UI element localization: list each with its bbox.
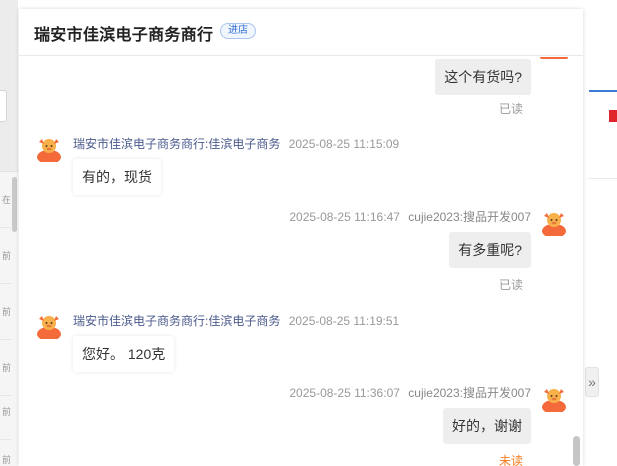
message-bubble-self[interactable]: 有多重呢? <box>449 232 531 268</box>
read-status: 已读 <box>498 102 523 116</box>
message-bubble-self[interactable]: 这个有货吗? <box>435 59 531 95</box>
background-scrollbar[interactable] <box>12 177 17 232</box>
avatar[interactable] <box>540 208 568 236</box>
message-time: 2025-08-25 11:16:47 <box>289 210 400 224</box>
avatar[interactable] <box>35 134 63 162</box>
background-list-item[interactable]: 前 <box>0 432 11 466</box>
message-list-scrollbar[interactable] <box>573 436 580 466</box>
sender-name: 瑞安市佳滨电子商务商行:佳滨电子商务 <box>73 137 281 151</box>
message-time: 2025-08-25 11:19:51 <box>288 314 400 328</box>
background-app-right: » <box>583 0 617 466</box>
message-bubble-self[interactable]: 好的，谢谢 <box>443 408 531 444</box>
message-meta: 2025-08-25 11:16:47 cujie2023:搜品开发007 <box>289 208 531 225</box>
avatar[interactable] <box>540 384 568 412</box>
unread-status: 未读 <box>498 454 523 466</box>
read-status: 已读 <box>498 278 523 292</box>
sender-name: cujie2023:搜品开发007 <box>408 210 531 224</box>
double-chevron-right-icon[interactable]: » <box>585 367 599 397</box>
sender-name: cujie2023:搜品开发007 <box>408 386 531 400</box>
chat-header: 瑞安市佳滨电子商务商行 进店 <box>19 9 583 56</box>
chat-panel: 瑞安市佳滨电子商务商行 进店 这个有货吗? 已读 瑞安市佳滨电子商务商行:佳滨电… <box>19 9 583 466</box>
seller-avatar-icon <box>35 134 63 162</box>
enter-shop-button[interactable]: 进店 <box>220 23 256 39</box>
message-time: 2025-08-25 11:15:09 <box>288 137 400 151</box>
background-active-tab-indicator <box>589 90 617 92</box>
avatar-peek <box>540 57 568 59</box>
background-list-item[interactable]: 在 <box>0 172 11 228</box>
background-list-item[interactable]: 前 <box>0 228 11 284</box>
message-meta: 2025-08-25 11:36:07 cujie2023:搜品开发007 <box>289 384 531 401</box>
shop-name-title: 瑞安市佳滨电子商务商行 <box>34 27 214 44</box>
message-bubble-other[interactable]: 有的，现货 <box>73 159 161 195</box>
message-time: 2025-08-25 11:36:07 <box>289 386 400 400</box>
buyer-avatar-icon <box>540 384 568 412</box>
background-divider <box>589 178 617 179</box>
message-list[interactable]: 这个有货吗? 已读 瑞安市佳滨电子商务商行:佳滨电子商务 2025-08-25 … <box>19 57 583 466</box>
message-meta: 瑞安市佳滨电子商务商行:佳滨电子商务 2025-08-25 11:19:51 <box>73 312 399 329</box>
background-list-item[interactable]: 前 <box>0 284 11 340</box>
seller-avatar-icon <box>35 311 63 339</box>
message-meta: 瑞安市佳滨电子商务商行:佳滨电子商务 2025-08-25 11:15:09 <box>73 135 399 152</box>
buyer-avatar-icon <box>540 208 568 236</box>
background-badge <box>609 110 617 122</box>
background-search-input[interactable] <box>0 90 7 122</box>
sender-name: 瑞安市佳滨电子商务商行:佳滨电子商务 <box>73 314 281 328</box>
avatar[interactable] <box>35 311 63 339</box>
background-app-left: 在 前 前 前 前 前 <box>0 0 18 466</box>
message-bubble-other[interactable]: 您好。 120克 <box>73 336 175 372</box>
